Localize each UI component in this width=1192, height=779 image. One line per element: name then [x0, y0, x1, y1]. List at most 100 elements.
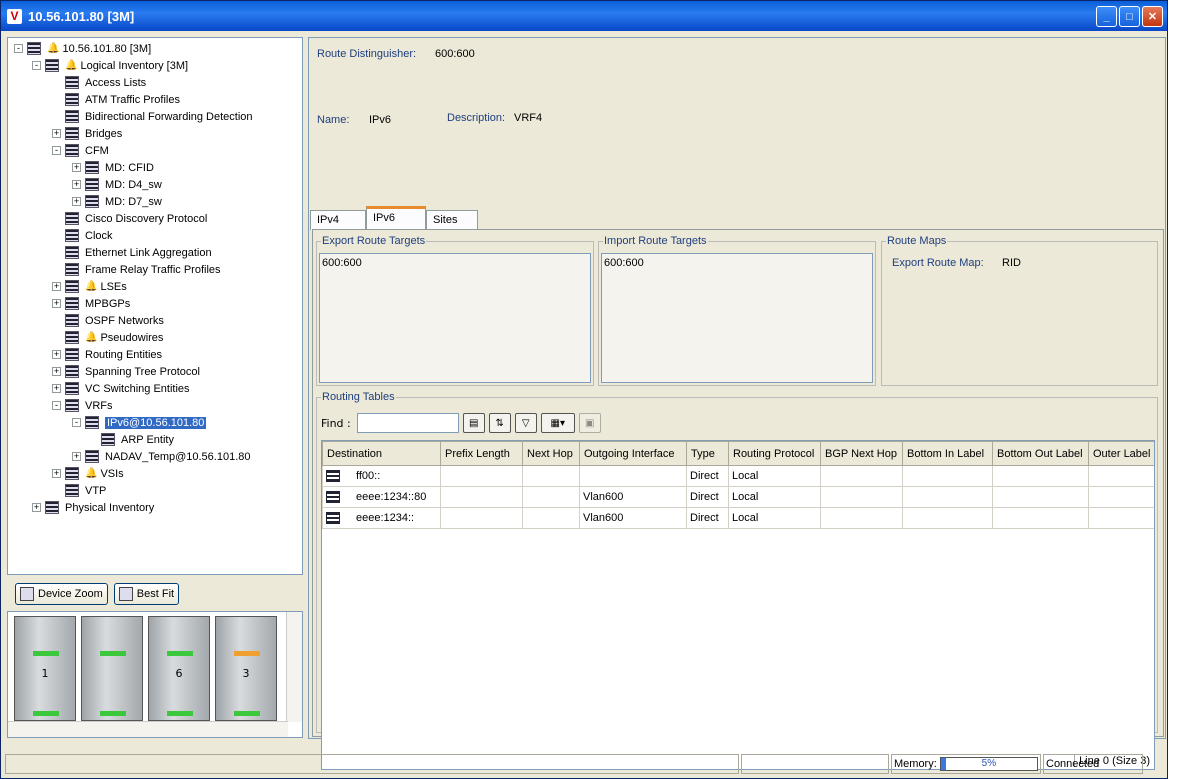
- maximize-button[interactable]: □: [1119, 6, 1140, 27]
- expand-icon[interactable]: +: [52, 282, 61, 291]
- tree-item[interactable]: + 🔔 VSIs: [52, 465, 124, 482]
- table-cell[interactable]: Vlan600: [579, 507, 687, 529]
- collapse-icon[interactable]: -: [52, 401, 61, 410]
- table-row[interactable]: eeee:1234::80 Vlan600 Direct Local: [322, 486, 1154, 508]
- tree-item[interactable]: Ethernet Link Aggregation: [52, 244, 212, 261]
- table-cell[interactable]: [1088, 507, 1154, 529]
- expand-icon[interactable]: +: [72, 197, 81, 206]
- table-cell[interactable]: eeee:1234::80: [322, 486, 441, 508]
- expand-icon[interactable]: +: [72, 180, 81, 189]
- table-cell[interactable]: [992, 486, 1089, 508]
- table-cell[interactable]: [820, 465, 903, 487]
- tree-item[interactable]: - IPv6@10.56.101.80: [72, 414, 207, 431]
- device-view-vertical-scrollbar[interactable]: [286, 612, 302, 722]
- chassis-card[interactable]: 1: [14, 616, 76, 721]
- table-cell[interactable]: [820, 507, 903, 529]
- minimize-button[interactable]: _: [1096, 6, 1117, 27]
- table-cell[interactable]: [440, 465, 523, 487]
- collapse-icon[interactable]: -: [32, 61, 41, 70]
- expand-icon[interactable]: +: [52, 384, 61, 393]
- tree-item[interactable]: + Routing Entities: [52, 346, 162, 363]
- column-header[interactable]: Outgoing Interface: [579, 441, 687, 466]
- table-cell[interactable]: eeee:1234::: [322, 507, 441, 529]
- tree-item[interactable]: ARP Entity: [88, 431, 174, 448]
- tree-item[interactable]: + MPBGPs: [52, 295, 130, 312]
- tree-item[interactable]: + 🔔 LSEs: [52, 278, 127, 295]
- table-cell[interactable]: [440, 486, 523, 508]
- table-cell[interactable]: [440, 507, 523, 529]
- table-cell[interactable]: [1088, 465, 1154, 487]
- import-route-targets-list[interactable]: 600:600: [601, 253, 873, 383]
- table-cell[interactable]: [522, 465, 580, 487]
- export-icon[interactable]: ▣: [578, 413, 601, 433]
- column-header[interactable]: Destination: [322, 441, 441, 466]
- table-cell[interactable]: Local: [728, 486, 821, 508]
- filter-icon[interactable]: ▽: [514, 413, 537, 433]
- routing-table[interactable]: Destination Prefix Length Next Hop Outgoing…: [321, 440, 1155, 770]
- table-cell[interactable]: [992, 465, 1089, 487]
- columns-dropdown-icon[interactable]: ▦▾: [540, 413, 575, 433]
- column-header[interactable]: Outer Label: [1088, 441, 1154, 466]
- table-cell[interactable]: Vlan600: [579, 486, 687, 508]
- table-cell[interactable]: [522, 486, 580, 508]
- tree-item[interactable]: + MD: D4_sw: [72, 176, 162, 193]
- collapse-icon[interactable]: -: [52, 146, 61, 155]
- table-cell[interactable]: [1088, 486, 1154, 508]
- table-cell[interactable]: [902, 465, 993, 487]
- chassis-card[interactable]: 6: [148, 616, 210, 721]
- tree-item[interactable]: VTP: [52, 482, 106, 499]
- column-header[interactable]: Bottom In Label: [902, 441, 993, 466]
- table-cell[interactable]: Local: [728, 507, 821, 529]
- table-cell[interactable]: [902, 507, 993, 529]
- column-header[interactable]: BGP Next Hop: [820, 441, 903, 466]
- column-header[interactable]: Bottom Out Label: [992, 441, 1089, 466]
- table-cell[interactable]: Direct: [686, 486, 729, 508]
- table-row[interactable]: ff00:: Direct Local: [322, 465, 1154, 487]
- table-cell[interactable]: [579, 465, 687, 487]
- expand-icon[interactable]: +: [52, 129, 61, 138]
- tab-ipv4[interactable]: IPv4: [310, 210, 366, 230]
- table-cell[interactable]: [522, 507, 580, 529]
- inventory-tree[interactable]: - 🔔 10.56.101.80 [3M] - 🔔 Logical Inventory […: [7, 37, 303, 575]
- tab-ipv6[interactable]: IPv6: [366, 206, 426, 230]
- tree-item[interactable]: OSPF Networks: [52, 312, 164, 329]
- expand-icon[interactable]: +: [52, 350, 61, 359]
- best-fit-button[interactable]: Best Fit: [113, 583, 180, 605]
- chassis-card[interactable]: 3: [215, 616, 277, 721]
- column-header[interactable]: Next Hop: [522, 441, 580, 466]
- table-cell[interactable]: ff00::: [322, 465, 441, 487]
- expand-icon[interactable]: +: [52, 299, 61, 308]
- tree-item[interactable]: Cisco Discovery Protocol: [52, 210, 207, 227]
- tree-item[interactable]: + Bridges: [52, 125, 122, 142]
- tree-item[interactable]: + Physical Inventory: [32, 499, 154, 516]
- chassis-card[interactable]: [81, 616, 143, 721]
- tree-item[interactable]: + NADAV_Temp@10.56.101.80: [72, 448, 251, 465]
- device-view-horizontal-scrollbar[interactable]: [8, 721, 288, 737]
- tree-item[interactable]: Clock: [52, 227, 113, 244]
- tree-item[interactable]: + Spanning Tree Protocol: [52, 363, 200, 380]
- expand-icon[interactable]: +: [72, 452, 81, 461]
- export-route-targets-list[interactable]: 600:600: [319, 253, 591, 383]
- column-header[interactable]: Prefix Length: [440, 441, 523, 466]
- expand-icon[interactable]: +: [52, 367, 61, 376]
- tree-item[interactable]: - 🔔 10.56.101.80 [3M]: [14, 40, 151, 57]
- tree-item[interactable]: ATM Traffic Profiles: [52, 91, 180, 108]
- tree-item[interactable]: 🔔 Pseudowires: [52, 329, 163, 346]
- device-zoom-button[interactable]: Device Zoom: [15, 583, 108, 605]
- tree-item[interactable]: Frame Relay Traffic Profiles: [52, 261, 221, 278]
- device-view[interactable]: 3 6 1: [7, 611, 303, 738]
- tree-item[interactable]: Access Lists: [52, 74, 146, 91]
- collapse-icon[interactable]: -: [14, 44, 23, 53]
- tab-sites[interactable]: Sites: [426, 210, 478, 230]
- tree-item[interactable]: + MD: D7_sw: [72, 193, 162, 210]
- table-cell[interactable]: [820, 486, 903, 508]
- column-header[interactable]: Type: [686, 441, 729, 466]
- title-bar[interactable]: V 10.56.101.80 [3M] _ □ ✕: [1, 1, 1167, 31]
- list-item[interactable]: 600:600: [604, 257, 870, 269]
- table-cell[interactable]: Direct: [686, 507, 729, 529]
- table-cell[interactable]: [992, 507, 1089, 529]
- list-item[interactable]: 600:600: [322, 257, 588, 269]
- collapse-icon[interactable]: -: [72, 418, 81, 427]
- column-header[interactable]: Routing Protocol: [728, 441, 821, 466]
- tree-item[interactable]: - 🔔 Logical Inventory [3M]: [32, 57, 188, 74]
